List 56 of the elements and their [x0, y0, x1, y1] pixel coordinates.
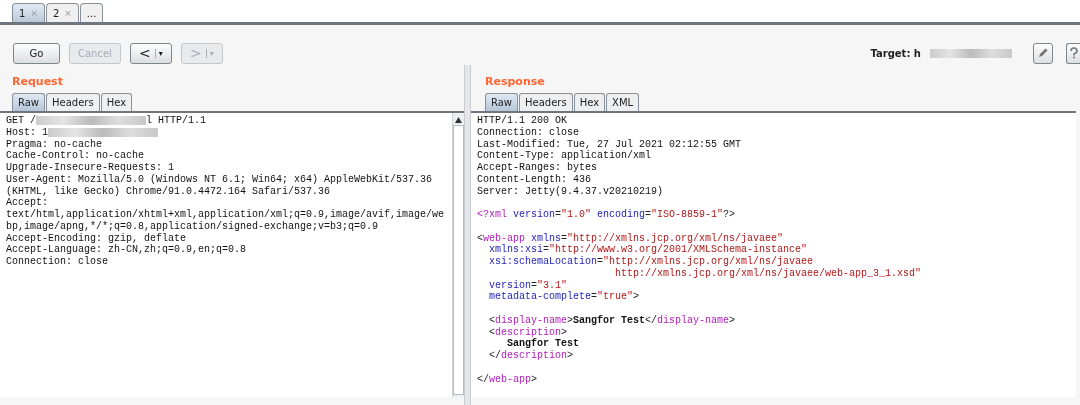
repeater-tab[interactable]: ... — [79, 3, 104, 22]
repeater-tab[interactable]: 2 × — [45, 3, 79, 22]
code-line: </web-app> — [477, 373, 539, 386]
code-line: Upgrade-Insecure-Requests: 1 — [6, 162, 176, 174]
code-line: Cache-Control: no-cache — [6, 150, 146, 162]
view-tab[interactable]: Hex — [573, 93, 606, 111]
code-line: Accept-Language: zh-CN,zh;q=0.9,en;q=0.8 — [6, 244, 248, 256]
code-line: xsi:schemaLocation="http://xmlns.jcp.org/xml/ns/javaee — [488, 256, 815, 268]
message-editor[interactable] — [0, 113, 464, 397]
code-line: (KHTML, like Gecko) Chrome/91.0.4472.164 Safari/537.36 — [6, 185, 332, 198]
code-line: version="3.1" — [488, 279, 569, 291]
code-line: </description> — [488, 350, 575, 362]
code-line: Server: Jetty(9.4.37.v20210219) — [477, 185, 665, 198]
code-text: l HTTP/1.1 — [146, 115, 207, 126]
code-line: <display-name>Sangfor Test</display-name> — [488, 314, 737, 327]
help-icon — [1069, 47, 1078, 59]
code-line: Accept-Encoding: gzip, deflate — [6, 232, 188, 244]
code-line: http://xmlns.jcp.org/xml/ns/javaee/web-app_3_1.xsd" — [614, 267, 923, 280]
view-tab[interactable]: Raw — [485, 93, 519, 111]
history-button[interactable]: < ▾ — [129, 42, 172, 64]
target-label: Target: h — [870, 47, 921, 59]
code-line: Pragma: no-cache — [6, 138, 103, 150]
message-editor[interactable] — [471, 113, 1076, 397]
edit-button[interactable] — [1033, 42, 1053, 64]
code-line: Last-Modified: Tue, 27 Jul 2021 02:12:55 GMT — [477, 138, 743, 150]
view-tab[interactable]: Headers — [46, 93, 100, 111]
pane-title: Request — [11, 74, 64, 90]
code-line: Accept: — [6, 197, 49, 209]
code-line: HTTP/1.1 200 OK — [477, 115, 568, 127]
code-line: text/html,application/xhtml+xml,application/xml;q=0.9,image/avif,image/we — [6, 209, 446, 221]
help-button[interactable] — [1066, 42, 1080, 64]
toolbar-button[interactable]: Go — [13, 42, 60, 64]
code-line: Content-Length: 436 — [477, 173, 593, 186]
code-line: bp,image/apng,*/*;q=0.8,application/signed-exchange;v=b3;q=0.9 — [6, 220, 380, 233]
code-line: <description> — [488, 326, 569, 338]
code-line: Content-Type: application/xml — [477, 150, 653, 162]
repeater-tab[interactable]: 1 × — [12, 3, 45, 22]
code-line: xmlns:xsi="http://www.w3.org/2001/XMLSchema-instance" — [488, 244, 809, 256]
code-line: Sangfor Test — [506, 338, 581, 350]
view-tab[interactable]: Raw — [12, 93, 46, 111]
view-tab[interactable]: Headers — [519, 93, 573, 111]
code-line: <web-app xmlns="http://xmlns.jcp.org/xml/ns/javaee" — [477, 232, 785, 244]
code-text: Host: 1 — [6, 126, 48, 138]
code-line: Connection: close — [477, 126, 581, 139]
pencil-icon — [1037, 47, 1049, 59]
view-tab[interactable]: Hex — [100, 93, 133, 111]
code-line: metadata-complete="true"> — [488, 291, 641, 303]
pane-title: Response — [484, 74, 546, 90]
view-tab[interactable]: XML — [606, 93, 640, 111]
code-line: <?xml version="1.0" encoding="ISO-8859-1"?> — [477, 209, 737, 221]
code-line: Connection: close — [6, 256, 110, 268]
code-line: User-Agent: Mozilla/5.0 (Windows NT 6.1; Win64; x64) AppleWebKit/537.36 — [6, 173, 434, 186]
code-text: GET / — [6, 115, 36, 126]
scrollbar[interactable] — [452, 113, 464, 397]
scroll-up-icon[interactable] — [455, 117, 462, 123]
code-line: Accept-Ranges: bytes — [477, 162, 599, 174]
